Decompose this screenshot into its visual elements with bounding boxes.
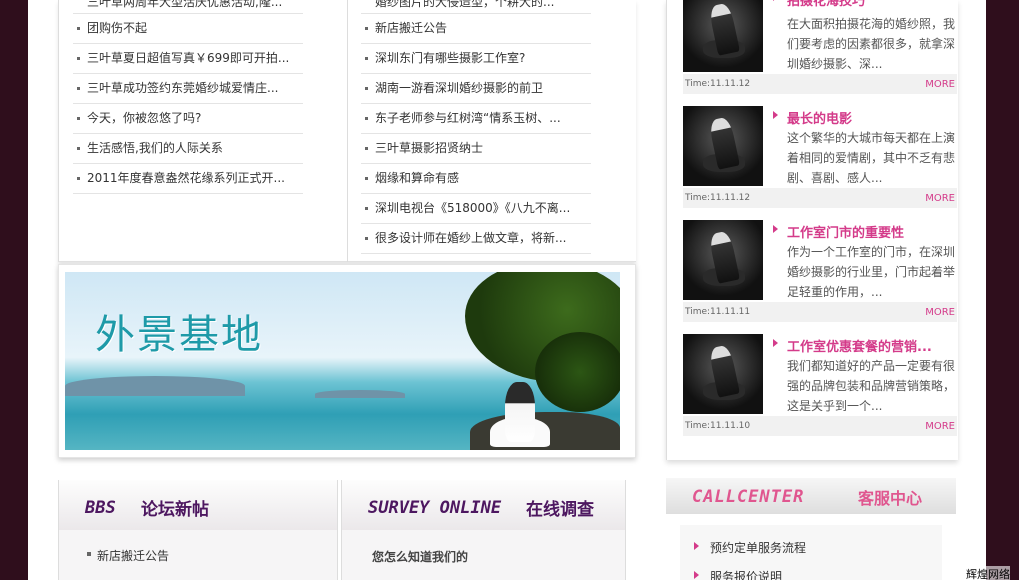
callcenter-item[interactable]: 服务报价说明	[693, 568, 782, 580]
more-link[interactable]: MORE	[925, 193, 955, 204]
article-title[interactable]: 最长的电影	[772, 108, 852, 127]
news-item[interactable]: 湖南一游看深圳婚纱摄影的前卫	[361, 74, 591, 104]
news-item[interactable]: 三叶草成功签约东莞婚纱城爱情庄...	[73, 74, 303, 104]
article-footer: Time:11.11.12 MORE	[683, 74, 957, 94]
article-thumbnail[interactable]	[683, 220, 763, 300]
callcenter-title-en: CALLCENTER	[692, 487, 805, 507]
banner-frame: 外景基地	[58, 264, 636, 458]
news-item[interactable]: 三叶草两周年大型活庆优惠活动,隆...	[73, 0, 303, 14]
forum-header: BBS 论坛新帖	[58, 480, 338, 530]
tree-shape	[535, 332, 620, 412]
survey-title-en: SURVEY ONLINE	[368, 498, 502, 518]
article-list: 拍摄花海技巧 在大面积拍摄花海的婚纱照，我们要考虑的因素都很多，就拿深圳婚纱摄影…	[666, 0, 958, 460]
article-footer: Time:11.11.11 MORE	[683, 302, 957, 322]
article-footer: Time:11.11.10 MORE	[683, 416, 957, 436]
news-item[interactable]: 婚纱图片的大侵造型，个耕大的...	[361, 0, 591, 14]
article-summary: 我们都知道好的产品一定要有很强的品牌包装和品牌营销策略，这是关乎到一个...	[787, 359, 956, 413]
news-item[interactable]: 三叶草夏日超值写真￥699即可开拍...	[73, 44, 303, 74]
column-divider	[347, 0, 348, 262]
news-item[interactable]: 生活感悟,我们的人际关系	[73, 134, 303, 164]
news-item[interactable]: 东子老师参与红树湾“情系玉树、...	[361, 104, 591, 134]
news-panel: 三叶草两周年大型活庆优惠活动,隆... 团购伤不起 三叶草夏日超值写真￥699即…	[58, 0, 636, 262]
article-time: Time:11.11.12	[685, 79, 751, 89]
article-time: Time:11.11.10	[685, 421, 751, 431]
article-thumbnail[interactable]	[683, 106, 763, 186]
survey-header: SURVEY ONLINE 在线调查	[341, 480, 626, 530]
survey-question: 您怎么知道我们的	[372, 550, 469, 564]
banner-title: 外景基地	[95, 312, 263, 358]
article-thumbnail[interactable]	[683, 334, 763, 414]
article-summary: 在大面积拍摄花海的婚纱照，我们要考虑的因素都很多，就拿深圳婚纱摄影、深...	[787, 17, 956, 71]
callcenter-title-cn: 客服中心	[858, 489, 923, 508]
callcenter-item[interactable]: 预约定单服务流程	[693, 539, 806, 556]
article-card: 工作室门市的重要性 作为一个工作室的门市，在深圳婚纱摄影的行业里，门市起着举足轻…	[683, 220, 957, 322]
article-title[interactable]: 拍摄花海技巧	[772, 0, 865, 9]
article-thumbnail[interactable]	[683, 0, 763, 72]
news-item[interactable]: 2011年度春意盎然花缘系列正式开...	[73, 164, 303, 194]
article-card: 最长的电影 这个繁华的大城市每天都在上演着相同的爱情剧，其中不乏有悲剧、喜剧、感…	[683, 106, 957, 208]
survey-title-cn: 在线调查	[526, 500, 594, 520]
forum-body: 新店搬迁公告	[58, 530, 338, 580]
article-summary: 作为一个工作室的门市，在深圳婚纱摄影的行业里，门市起着举足轻重的作用，...	[787, 245, 956, 299]
island-shape	[315, 390, 405, 398]
news-item[interactable]: 很多设计师在婚纱上做文章，将新...	[361, 224, 591, 254]
article-title[interactable]: 工作室门市的重要性	[772, 222, 904, 241]
article-footer: Time:11.11.12 MORE	[683, 188, 957, 208]
page: 三叶草两周年大型活庆优惠活动,隆... 团购伤不起 三叶草夏日超值写真￥699即…	[28, 0, 986, 580]
outdoor-base-banner[interactable]: 外景基地	[65, 272, 620, 450]
news-item[interactable]: 烟缘和算命有感	[361, 164, 591, 194]
more-link[interactable]: MORE	[925, 307, 955, 318]
survey-body: 您怎么知道我们的	[341, 530, 626, 580]
article-card: 工作室优惠套餐的营销... 我们都知道好的产品一定要有很强的品牌包装和品牌营销策…	[683, 334, 957, 436]
article-card: 拍摄花海技巧 在大面积拍摄花海的婚纱照，我们要考虑的因素都很多，就拿深圳婚纱摄影…	[683, 0, 957, 94]
forum-title-en: BBS	[85, 498, 116, 518]
callcenter-header: CALLCENTER 客服中心	[666, 478, 956, 514]
forum-post-item[interactable]: 新店搬迁公告	[87, 547, 169, 564]
news-item[interactable]: 今天，你被忽悠了吗?	[73, 104, 303, 134]
island-shape	[65, 376, 245, 396]
news-list-right: 婚纱图片的大侵造型，个耕大的... 新店搬迁公告 深圳东门有哪些摄影工作室? 湖…	[361, 0, 591, 254]
news-item[interactable]: 三叶草摄影招贤纳士	[361, 134, 591, 164]
news-list-left: 三叶草两周年大型活庆优惠活动,隆... 团购伤不起 三叶草夏日超值写真￥699即…	[73, 0, 303, 194]
news-item[interactable]: 新店搬迁公告	[361, 14, 591, 44]
more-link[interactable]: MORE	[925, 421, 955, 432]
watermark: 辉煌网络	[966, 566, 1010, 580]
article-title[interactable]: 工作室优惠套餐的营销...	[773, 336, 932, 355]
news-item[interactable]: 深圳东门有哪些摄影工作室?	[361, 44, 591, 74]
news-item[interactable]: 团购伤不起	[73, 14, 303, 44]
article-time: Time:11.11.11	[685, 307, 751, 317]
couple-figure	[505, 382, 535, 442]
callcenter-body: 预约定单服务流程 服务报价说明	[680, 525, 942, 580]
article-summary: 这个繁华的大城市每天都在上演着相同的爱情剧，其中不乏有悲剧、喜剧、感人...	[787, 131, 956, 185]
more-link[interactable]: MORE	[925, 79, 955, 90]
forum-title-cn: 论坛新帖	[141, 500, 209, 520]
news-item[interactable]: 深圳电视台《518000》《八九不离...	[361, 194, 591, 224]
article-time: Time:11.11.12	[685, 193, 751, 203]
